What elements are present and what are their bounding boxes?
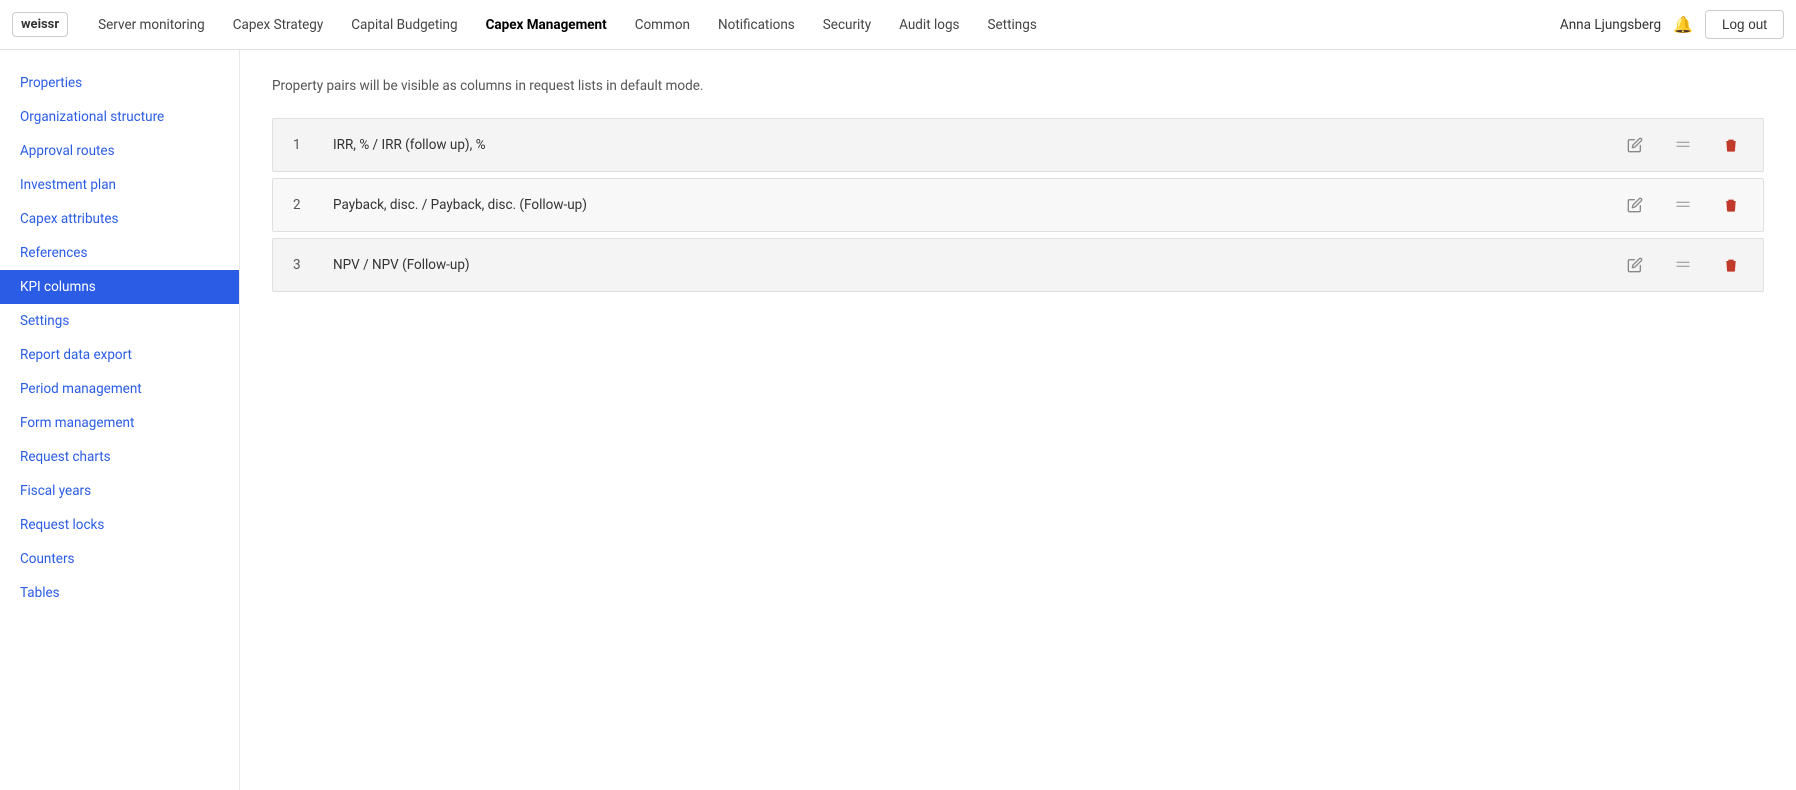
top-navigation: weissr Server monitoringCapex StrategyCa…	[0, 0, 1796, 50]
edit-button[interactable]	[1623, 133, 1647, 157]
nav-link-notifications[interactable]: Notifications	[704, 0, 809, 50]
sidebar-item-counters[interactable]: Counters	[0, 542, 239, 576]
app-logo: weissr	[12, 12, 68, 37]
kpi-list: 1 IRR, % / IRR (follow up), %	[272, 118, 1764, 292]
sidebar-item-request-locks[interactable]: Request locks	[0, 508, 239, 542]
edit-button[interactable]	[1623, 253, 1647, 277]
main-layout: PropertiesOrganizational structureApprov…	[0, 50, 1796, 790]
sidebar-item-form-management[interactable]: Form management	[0, 406, 239, 440]
user-name: Anna Ljungsberg	[1560, 17, 1661, 33]
nav-right: Anna Ljungsberg 🔔 Log out	[1560, 10, 1784, 39]
nav-link-common[interactable]: Common	[621, 0, 704, 50]
edit-button[interactable]	[1623, 193, 1647, 217]
nav-link-security[interactable]: Security	[809, 0, 885, 50]
row-number: 2	[273, 197, 333, 213]
nav-link-capex-management[interactable]: Capex Management	[472, 0, 621, 50]
nav-link-audit-logs[interactable]: Audit logs	[885, 0, 973, 50]
row-number: 3	[273, 257, 333, 273]
sidebar-item-kpi-columns[interactable]: KPI columns	[0, 270, 239, 304]
page-subtitle: Property pairs will be visible as column…	[272, 78, 1764, 94]
sidebar-item-capex-attributes[interactable]: Capex attributes	[0, 202, 239, 236]
row-actions	[1623, 252, 1763, 278]
drag-handle[interactable]	[1671, 253, 1695, 277]
sidebar-item-request-charts[interactable]: Request charts	[0, 440, 239, 474]
table-row: 2 Payback, disc. / Payback, disc. (Follo…	[272, 178, 1764, 232]
drag-handle[interactable]	[1671, 193, 1695, 217]
sidebar-item-organizational-structure[interactable]: Organizational structure	[0, 100, 239, 134]
notification-bell-icon[interactable]: 🔔	[1673, 15, 1693, 34]
row-label: Payback, disc. / Payback, disc. (Follow-…	[333, 197, 1623, 213]
logout-button[interactable]: Log out	[1705, 10, 1784, 39]
delete-button[interactable]	[1719, 252, 1743, 278]
row-label: IRR, % / IRR (follow up), %	[333, 137, 1623, 153]
drag-handle[interactable]	[1671, 133, 1695, 157]
row-number: 1	[273, 137, 333, 153]
nav-link-server-monitoring[interactable]: Server monitoring	[84, 0, 219, 50]
delete-button[interactable]	[1719, 132, 1743, 158]
sidebar-item-period-management[interactable]: Period management	[0, 372, 239, 406]
table-row: 1 IRR, % / IRR (follow up), %	[272, 118, 1764, 172]
sidebar: PropertiesOrganizational structureApprov…	[0, 50, 240, 790]
delete-button[interactable]	[1719, 192, 1743, 218]
sidebar-item-settings[interactable]: Settings	[0, 304, 239, 338]
sidebar-item-report-data-export[interactable]: Report data export	[0, 338, 239, 372]
nav-links: Server monitoringCapex StrategyCapital B…	[84, 0, 1560, 50]
row-actions	[1623, 132, 1763, 158]
row-label: NPV / NPV (Follow-up)	[333, 257, 1623, 273]
nav-link-capex-strategy[interactable]: Capex Strategy	[219, 0, 338, 50]
sidebar-item-properties[interactable]: Properties	[0, 66, 239, 100]
sidebar-item-investment-plan[interactable]: Investment plan	[0, 168, 239, 202]
sidebar-item-approval-routes[interactable]: Approval routes	[0, 134, 239, 168]
row-actions	[1623, 192, 1763, 218]
sidebar-item-references[interactable]: References	[0, 236, 239, 270]
nav-link-settings[interactable]: Settings	[974, 0, 1051, 50]
table-row: 3 NPV / NPV (Follow-up)	[272, 238, 1764, 292]
nav-link-capital-budgeting[interactable]: Capital Budgeting	[337, 0, 471, 50]
sidebar-item-tables[interactable]: Tables	[0, 576, 239, 610]
main-content: Property pairs will be visible as column…	[240, 50, 1796, 790]
sidebar-item-fiscal-years[interactable]: Fiscal years	[0, 474, 239, 508]
